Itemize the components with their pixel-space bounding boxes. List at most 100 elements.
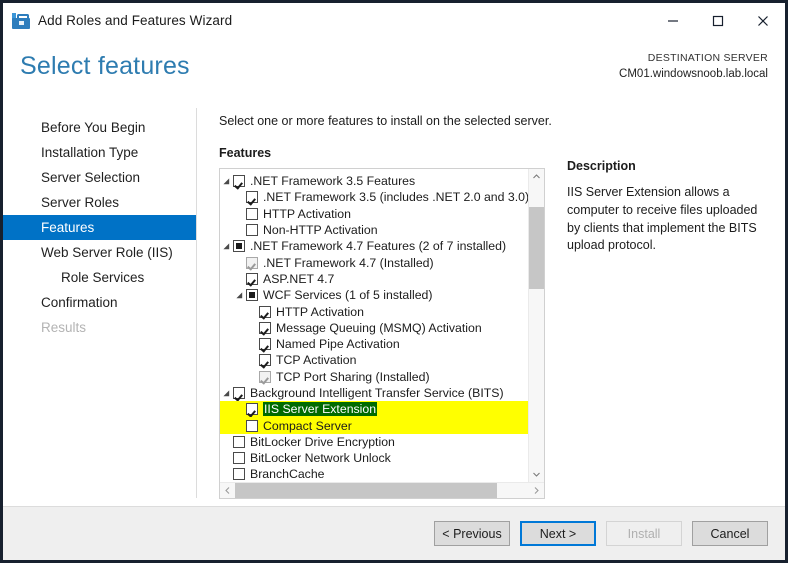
feature-tree-row[interactable]: Non-HTTP Activation: [220, 222, 528, 238]
nav-item-installation-type[interactable]: Installation Type: [3, 140, 196, 165]
feature-label: TCP Activation: [276, 353, 357, 368]
expander-expanded[interactable]: [220, 178, 233, 185]
feature-checkbox-checked[interactable]: [233, 387, 245, 399]
feature-tree-row[interactable]: .NET Framework 4.7 (Installed): [220, 254, 528, 270]
features-column: Select one or more features to install o…: [219, 114, 552, 506]
wizard-body: Before You Begin Installation Type Server …: [3, 100, 785, 506]
next-button[interactable]: Next >: [520, 521, 596, 546]
nav-item-label: Before You Begin: [41, 120, 146, 135]
feature-checkbox-checked[interactable]: [246, 191, 258, 204]
nav-item-server-roles[interactable]: Server Roles: [3, 190, 196, 215]
minimize-button[interactable]: [650, 3, 695, 38]
vertical-scroll-thumb[interactable]: [529, 206, 544, 289]
scroll-down-button[interactable]: [529, 467, 544, 482]
nav-item-label: Confirmation: [41, 295, 118, 310]
wizard-step-nav: Before You Begin Installation Type Server …: [3, 100, 196, 506]
expander-expanded[interactable]: [220, 243, 233, 250]
feature-tree-row[interactable]: Background Intelligent Transfer Service …: [220, 385, 528, 401]
title-bar: Add Roles and Features Wizard: [3, 3, 785, 38]
feature-checkbox-checked[interactable]: [246, 272, 258, 285]
scroll-up-button[interactable]: [529, 169, 544, 184]
feature-tree-row[interactable]: ASP.NET 4.7: [220, 271, 528, 287]
feature-tree-row[interactable]: Message Queuing (MSMQ) Activation: [220, 320, 528, 336]
feature-label: WCF Services (1 of 5 installed): [263, 288, 433, 303]
nav-item-web-server-role-iis[interactable]: Web Server Role (IIS): [3, 240, 196, 265]
feature-checkbox-partial[interactable]: [233, 240, 245, 253]
window-controls: [650, 3, 785, 38]
feature-label: IIS Server Extension: [263, 402, 378, 417]
feature-tree-row[interactable]: BranchCache: [220, 466, 528, 482]
wizard-footer: < Previous Next > Install Cancel: [3, 506, 785, 560]
features-tree[interactable]: .NET Framework 3.5 Features .NET Framewor…: [220, 169, 528, 482]
feature-tree-row[interactable]: BitLocker Network Unlock: [220, 450, 528, 466]
expander-triangle-icon: [236, 292, 243, 298]
feature-checkbox-checked[interactable]: [259, 354, 271, 367]
feature-tree-row[interactable]: TCP Port Sharing (Installed): [220, 369, 528, 385]
install-button: Install: [606, 521, 682, 546]
feature-checkbox-checked[interactable]: [259, 338, 271, 351]
close-icon: [757, 15, 768, 26]
expander-expanded[interactable]: [220, 389, 233, 397]
features-tree-vertical-scrollbar[interactable]: [528, 169, 544, 482]
nav-item-confirmation[interactable]: Confirmation: [3, 290, 196, 315]
features-tree-horizontal-scrollbar[interactable]: [220, 482, 544, 498]
nav-item-before-you-begin[interactable]: Before You Begin: [3, 115, 196, 140]
nav-item-label: Features: [41, 220, 95, 235]
feature-label: ASP.NET 4.7: [263, 271, 335, 286]
feature-checkbox-checked[interactable]: [259, 305, 271, 318]
destination-server-value: CM01.windowsnoob.lab.local: [619, 68, 768, 81]
feature-label: BitLocker Network Unlock: [250, 451, 391, 466]
feature-checkbox-unchecked[interactable]: [233, 452, 245, 465]
expander-expanded[interactable]: [233, 292, 246, 299]
feature-checkbox-checked[interactable]: [246, 403, 258, 416]
feature-tree-row[interactable]: .NET Framework 3.5 (includes .NET 2.0 an…: [220, 189, 528, 205]
feature-label: .NET Framework 4.7 Features (2 of 7 inst…: [250, 239, 507, 254]
close-button[interactable]: [740, 3, 785, 38]
description-panel: Description IIS Server Extension allows …: [545, 114, 785, 506]
scroll-right-button[interactable]: [529, 483, 544, 498]
features-tree-container: .NET Framework 3.5 Features .NET Framewor…: [219, 168, 545, 499]
nav-item-features[interactable]: Features: [3, 215, 196, 240]
feature-tree-row[interactable]: WCF Services (1 of 5 installed): [220, 287, 528, 303]
page-title: Select features: [20, 52, 190, 80]
feature-tree-row[interactable]: TCP Activation: [220, 352, 528, 368]
feature-label: HTTP Activation: [276, 304, 364, 319]
feature-tree-row[interactable]: Named Pipe Activation: [220, 336, 528, 352]
feature-checkbox-unchecked[interactable]: [246, 419, 258, 432]
maximize-icon: [712, 15, 723, 26]
feature-label: .NET Framework 4.7 (Installed): [263, 255, 434, 270]
feature-tree-row[interactable]: BitLocker Drive Encryption: [220, 434, 528, 450]
cancel-button[interactable]: Cancel: [692, 521, 768, 546]
feature-tree-row[interactable]: HTTP Activation: [220, 206, 528, 222]
feature-label: Compact Server: [263, 418, 352, 433]
chevron-up-icon: [533, 174, 540, 179]
feature-tree-row[interactable]: Compact Server: [220, 417, 528, 434]
feature-label: Background Intelligent Transfer Service …: [250, 386, 504, 400]
horizontal-scroll-thumb[interactable]: [235, 483, 497, 498]
scroll-left-button[interactable]: [220, 483, 235, 498]
maximize-button[interactable]: [695, 3, 740, 38]
feature-tree-row[interactable]: .NET Framework 3.5 Features: [220, 173, 528, 189]
feature-label: .NET Framework 3.5 (includes .NET 2.0 an…: [263, 190, 528, 205]
expander-triangle-icon: [223, 389, 230, 396]
feature-checkbox-unchecked[interactable]: [233, 435, 245, 448]
feature-checkbox-installed: [259, 370, 271, 383]
feature-checkbox-unchecked[interactable]: [246, 207, 258, 220]
horizontal-scroll-track[interactable]: [235, 483, 529, 498]
nav-item-label: Server Selection: [41, 170, 141, 185]
feature-tree-row[interactable]: IIS Server Extension: [220, 401, 528, 418]
feature-checkbox-unchecked[interactable]: [246, 224, 258, 237]
feature-tree-row[interactable]: .NET Framework 4.7 Features (2 of 7 inst…: [220, 238, 528, 254]
feature-checkbox-partial[interactable]: [246, 289, 258, 302]
feature-label: .NET Framework 3.5 Features: [250, 174, 416, 189]
nav-item-server-selection[interactable]: Server Selection: [3, 165, 196, 190]
features-section-label: Features: [219, 146, 272, 160]
feature-checkbox-checked[interactable]: [233, 175, 245, 188]
nav-item-role-services[interactable]: Role Services: [3, 265, 196, 290]
feature-checkbox-unchecked[interactable]: [233, 468, 245, 481]
feature-label: TCP Port Sharing (Installed): [276, 369, 430, 384]
feature-checkbox-checked[interactable]: [259, 321, 271, 334]
vertical-scroll-track[interactable]: [529, 184, 544, 467]
feature-tree-row[interactable]: HTTP Activation: [220, 303, 528, 319]
previous-button[interactable]: < Previous: [434, 521, 510, 546]
